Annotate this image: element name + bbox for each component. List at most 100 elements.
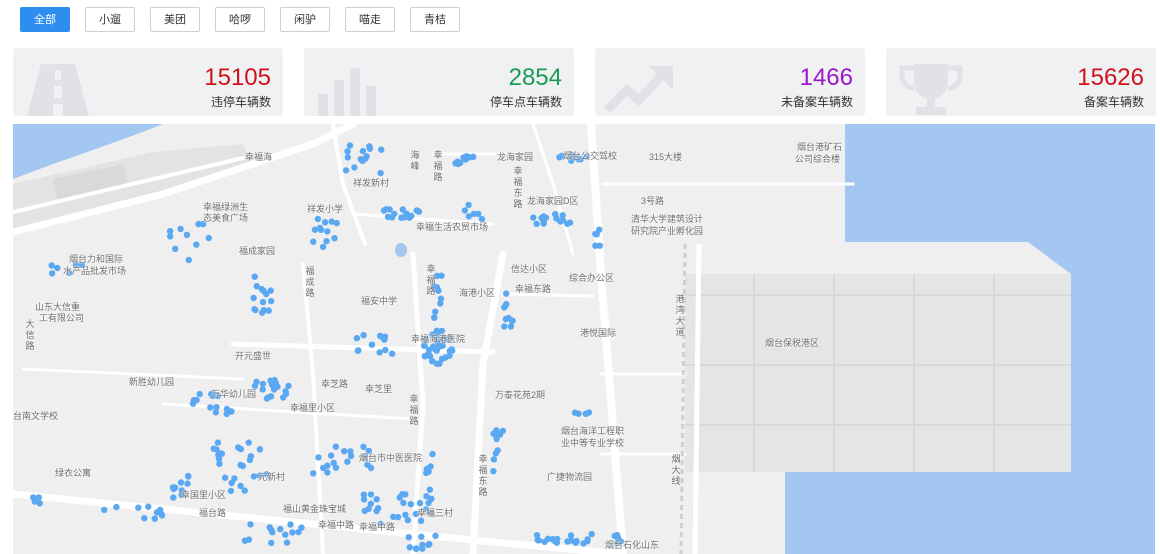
vehicle-point[interactable] <box>351 164 358 171</box>
vehicle-point[interactable] <box>461 207 469 214</box>
vehicle-point[interactable] <box>437 295 445 302</box>
vehicle-point[interactable] <box>388 350 396 357</box>
vehicle-point[interactable] <box>573 537 580 545</box>
vehicle-point[interactable] <box>324 462 331 469</box>
vehicle-point[interactable] <box>35 494 42 501</box>
vehicle-point[interactable] <box>538 214 545 222</box>
vehicle-point[interactable] <box>212 409 219 416</box>
vehicle-point[interactable] <box>177 225 184 233</box>
vehicle-point[interactable] <box>170 485 177 493</box>
vehicle-point[interactable] <box>361 507 368 515</box>
vehicle-point[interactable] <box>407 501 414 508</box>
vehicle-point[interactable] <box>310 238 317 245</box>
vehicle-point[interactable] <box>157 506 164 513</box>
vehicle-point[interactable] <box>596 226 603 233</box>
vehicle-point[interactable] <box>535 537 542 544</box>
vehicle-point[interactable] <box>166 228 174 235</box>
vehicle-point[interactable] <box>324 228 331 235</box>
vehicle-point[interactable] <box>405 534 412 541</box>
vehicle-point[interactable] <box>267 287 274 294</box>
vehicle-point[interactable] <box>298 524 305 531</box>
vehicle-point[interactable] <box>205 234 212 242</box>
vehicle-point[interactable] <box>237 461 244 469</box>
vehicle-point[interactable] <box>373 496 380 503</box>
vehicle-point[interactable] <box>446 347 453 355</box>
vehicle-point[interactable] <box>505 314 512 322</box>
vehicle-point[interactable] <box>259 309 266 316</box>
vehicle-point[interactable] <box>328 218 335 225</box>
vehicle-point[interactable] <box>501 304 508 311</box>
vehicle-point[interactable] <box>283 539 291 546</box>
vehicle-point[interactable] <box>396 494 403 501</box>
vehicle-point[interactable] <box>315 454 322 461</box>
vehicle-point[interactable] <box>207 404 214 411</box>
vehicle-point[interactable] <box>259 298 267 306</box>
vehicle-point[interactable] <box>429 450 436 458</box>
vehicle-point[interactable] <box>400 499 407 507</box>
vehicle-point[interactable] <box>402 511 409 518</box>
vehicle-point[interactable] <box>221 474 229 481</box>
vehicle-point[interactable] <box>30 494 37 501</box>
vehicle-point[interactable] <box>196 390 203 398</box>
vehicle-point[interactable] <box>287 521 294 528</box>
filter-all-button[interactable]: 全部 <box>20 7 70 32</box>
vehicle-point[interactable] <box>344 154 351 161</box>
vehicle-point[interactable] <box>383 206 390 213</box>
vehicle-point[interactable] <box>432 532 439 539</box>
vehicle-point[interactable] <box>490 430 497 437</box>
vehicle-point[interactable] <box>145 503 152 510</box>
vehicle-point[interactable] <box>48 270 56 277</box>
vehicle-point[interactable] <box>195 220 202 228</box>
vehicle-point[interactable] <box>425 468 432 475</box>
vehicle-point[interactable] <box>214 439 222 446</box>
vehicle-point[interactable] <box>250 294 257 302</box>
vehicle-point[interactable] <box>379 334 386 341</box>
vehicle-point[interactable] <box>431 314 438 321</box>
vehicle-point[interactable] <box>267 297 275 305</box>
filter-xiaoliu-button[interactable]: 小遛 <box>85 7 135 32</box>
vehicle-point[interactable] <box>391 210 398 218</box>
vehicle-point[interactable] <box>193 241 200 248</box>
vehicle-point[interactable] <box>324 469 331 476</box>
vehicle-point[interactable] <box>360 332 367 339</box>
vehicle-point[interactable] <box>170 494 177 501</box>
vehicle-point[interactable] <box>330 459 337 467</box>
vehicle-point[interactable] <box>185 256 192 264</box>
vehicle-point[interactable] <box>141 515 148 522</box>
filter-hellobike-button[interactable]: 哈啰 <box>215 7 265 32</box>
vehicle-point[interactable] <box>272 380 279 387</box>
vehicle-point[interactable] <box>429 358 436 365</box>
vehicle-point[interactable] <box>588 530 595 538</box>
vehicle-point[interactable] <box>367 491 375 498</box>
vehicle-point[interactable] <box>346 142 354 149</box>
vehicle-point[interactable] <box>406 544 413 551</box>
vehicle-point[interactable] <box>401 214 408 221</box>
vehicle-point[interactable] <box>289 529 296 536</box>
vehicle-point[interactable] <box>332 443 339 450</box>
vehicle-point[interactable] <box>475 210 482 218</box>
vehicle-point[interactable] <box>151 515 158 522</box>
vehicle-point[interactable] <box>359 147 367 155</box>
vehicle-point[interactable] <box>317 226 325 233</box>
vehicle-point[interactable] <box>282 531 289 538</box>
vehicle-point[interactable] <box>457 159 464 166</box>
vehicle-point[interactable] <box>353 335 361 342</box>
vehicle-point[interactable] <box>321 219 329 226</box>
vehicle-point[interactable] <box>223 405 231 413</box>
vehicle-point[interactable] <box>382 346 389 354</box>
vehicle-point[interactable] <box>533 220 540 228</box>
vehicle-point[interactable] <box>541 538 548 546</box>
vehicle-point[interactable] <box>250 473 258 480</box>
vehicle-point[interactable] <box>368 341 376 348</box>
vehicle-point[interactable] <box>227 487 235 495</box>
vehicle-point[interactable] <box>540 220 547 227</box>
vehicle-point[interactable] <box>246 456 254 464</box>
vehicle-point[interactable] <box>575 410 582 417</box>
vehicle-point[interactable] <box>367 500 374 507</box>
vehicle-point[interactable] <box>360 491 368 498</box>
vehicle-point[interactable] <box>402 491 409 498</box>
vehicle-point[interactable] <box>183 231 191 238</box>
vehicle-point[interactable] <box>177 479 185 486</box>
vehicle-point[interactable] <box>341 448 348 455</box>
vehicle-point[interactable] <box>564 538 571 545</box>
